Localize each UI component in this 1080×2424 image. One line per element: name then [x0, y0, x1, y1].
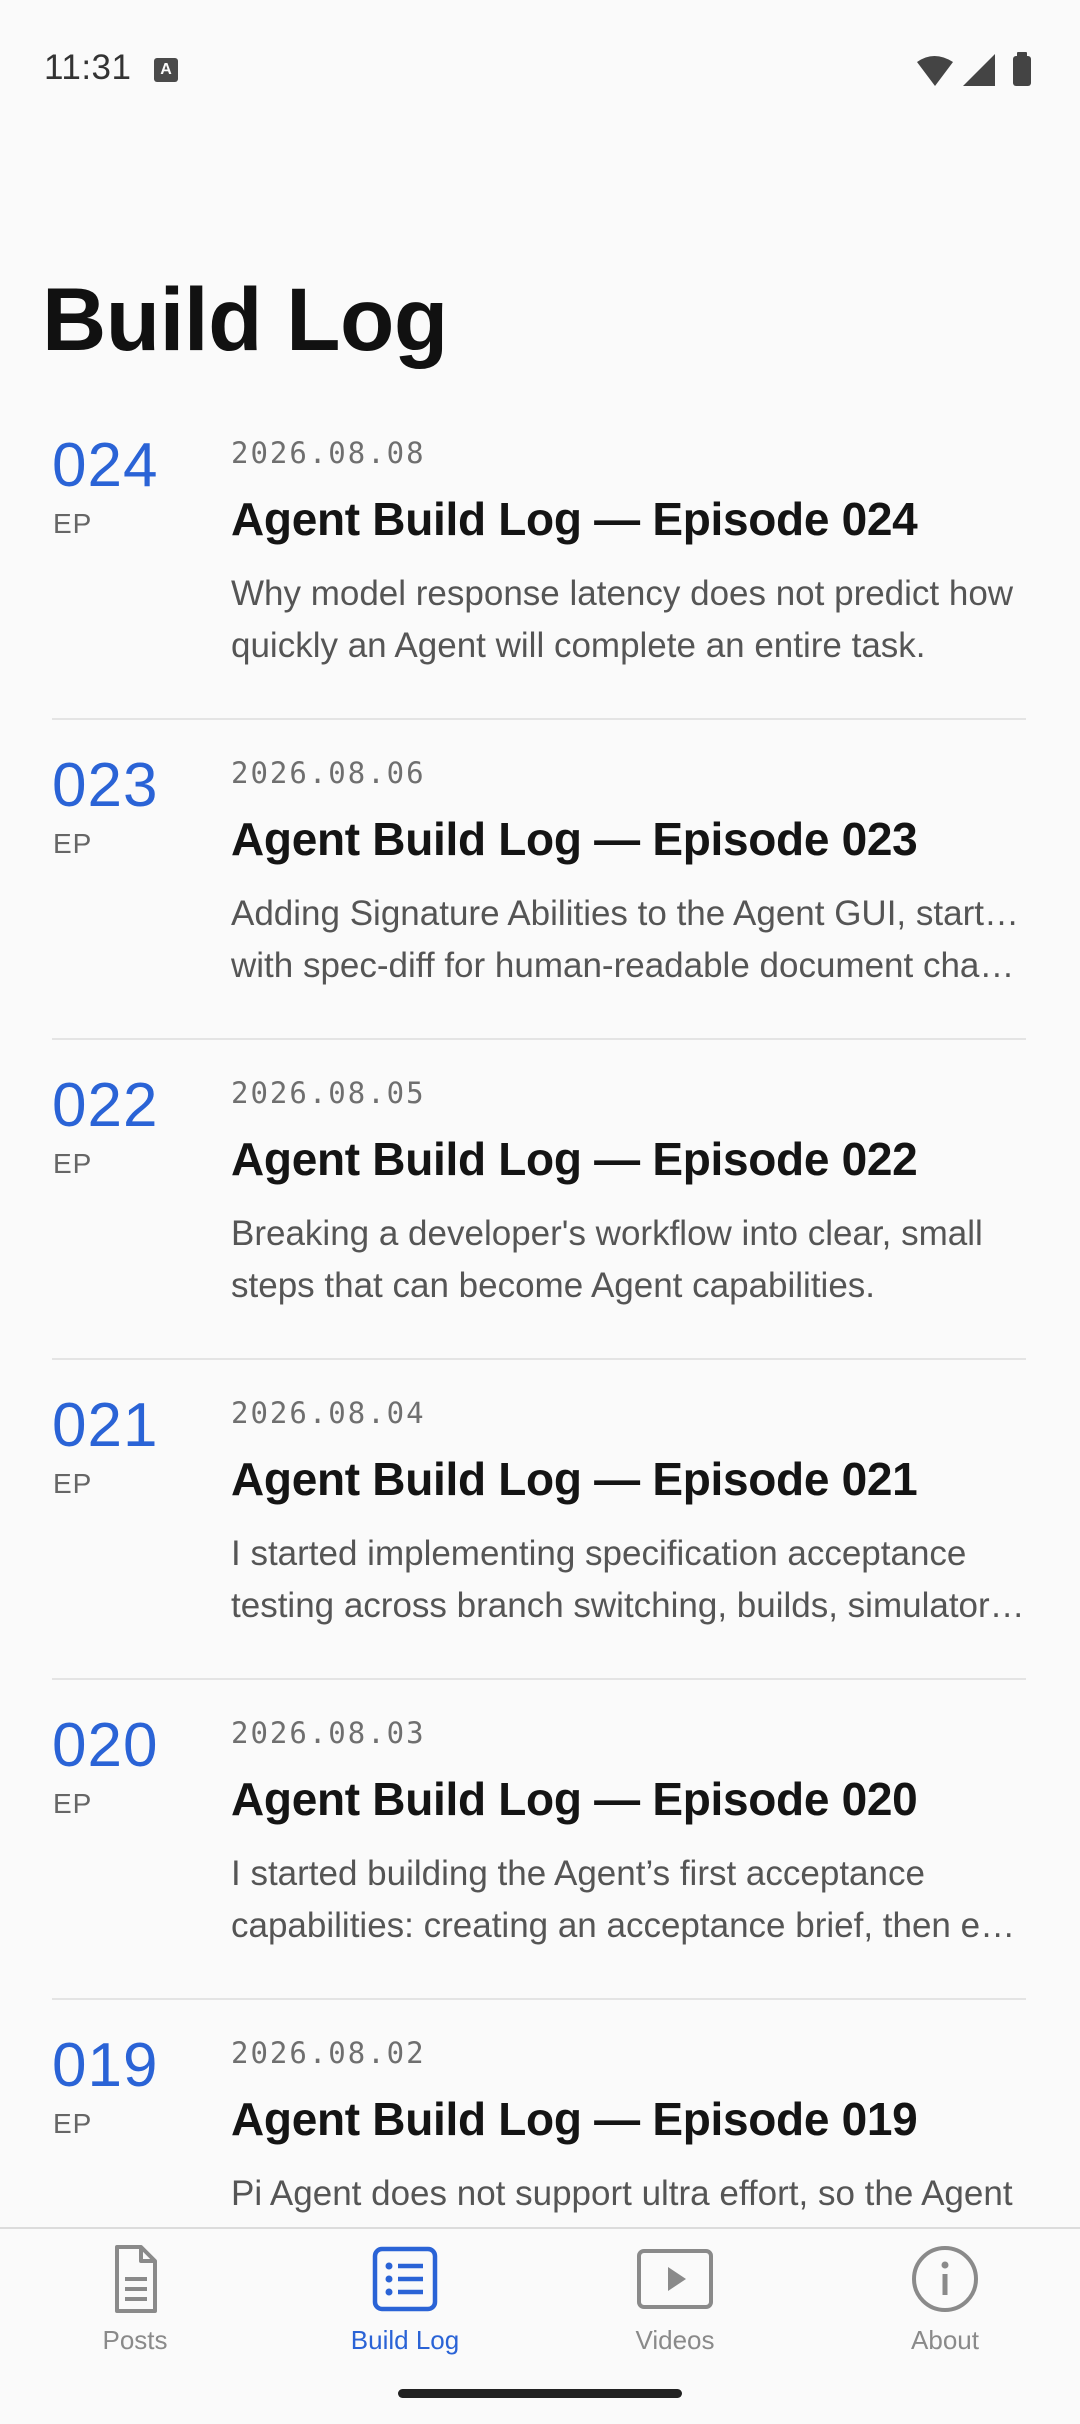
episode-label: EP: [53, 2108, 93, 2139]
page-title: Build Log: [42, 269, 448, 369]
episode-item[interactable]: 021 EP 2026.08.04 Agent Build Log — Epis…: [0, 1360, 1080, 1680]
nav-label: Posts: [102, 2325, 168, 2355]
episode-title: Agent Build Log — Episode 021: [231, 1453, 918, 1505]
play-icon: [637, 2249, 713, 2309]
episode-title: Agent Build Log — Episode 023: [231, 813, 918, 865]
episode-title: Agent Build Log — Episode 019: [231, 2093, 918, 2145]
episode-title: Agent Build Log — Episode 024: [231, 493, 918, 545]
episode-date: 2026.08.04: [231, 1396, 426, 1430]
home-indicator[interactable]: [398, 2389, 682, 2398]
episode-summary-line: Breaking a developer's workflow into cle…: [231, 1214, 983, 1253]
episode-number: 024: [52, 431, 159, 500]
battery-icon: [1013, 56, 1031, 86]
status-bar: 11:31 A: [0, 0, 1080, 140]
episode-date: 2026.08.02: [231, 2036, 426, 2070]
episode-date: 2026.08.08: [231, 436, 426, 470]
episode-date: 2026.08.06: [231, 756, 426, 790]
episode-summary-line: I started implementing specification acc…: [231, 1534, 967, 1573]
episode-number: 020: [52, 1711, 159, 1780]
nav-tab-build-log[interactable]: Build Log: [270, 2239, 540, 2369]
nav-label: About: [911, 2325, 979, 2355]
episode-number: 019: [52, 2031, 159, 2100]
nav-tab-videos[interactable]: Videos: [540, 2239, 810, 2369]
episode-summary: I started building the Agent’s first acc…: [231, 1848, 1026, 1952]
episode-number: 022: [52, 1071, 159, 1140]
episode-summary: Breaking a developer's workflow into cle…: [231, 1208, 1026, 1312]
episode-date: 2026.08.03: [231, 1716, 426, 1750]
episode-label: EP: [53, 1148, 93, 1179]
episode-item[interactable]: 024 EP 2026.08.08 Agent Build Log — Epis…: [0, 400, 1080, 720]
signal-icon: [963, 54, 995, 86]
episode-number: 021: [52, 1391, 159, 1460]
episode-summary-line: Why model response latency does not pred…: [231, 574, 1014, 613]
system-status-icons: [917, 52, 1031, 86]
document-icon: [115, 2245, 157, 2313]
episode-item[interactable]: 020 EP 2026.08.03 Agent Build Log — Epis…: [0, 1680, 1080, 2000]
nav-tab-about[interactable]: About: [810, 2239, 1080, 2369]
episode-summary-line: Pi Agent does not support ultra effort, …: [231, 2174, 1013, 2213]
episode-list: 024 EP 2026.08.08 Agent Build Log — Epis…: [0, 400, 1080, 2320]
episode-label: EP: [53, 1788, 93, 1819]
episode-date: 2026.08.05: [231, 1076, 426, 1110]
episode-summary: Why model response latency does not pred…: [231, 568, 1026, 672]
keyboard-badge-icon: A: [154, 58, 178, 82]
episode-summary-line: steps that can become Agent capabilities…: [231, 1266, 876, 1305]
episode-item[interactable]: 022 EP 2026.08.05 Agent Build Log — Epis…: [0, 1040, 1080, 1360]
nav-label: Videos: [635, 2325, 715, 2355]
episode-summary-line: testing across branch switching, builds,…: [231, 1586, 1026, 1625]
info-icon: [912, 2246, 978, 2312]
episode-title: Agent Build Log — Episode 020: [231, 1773, 918, 1825]
episode-summary: Adding Signature Abilities to the Agent …: [231, 888, 1026, 992]
episode-number: 023: [52, 751, 159, 820]
episode-summary-line: Adding Signature Abilities to the Agent …: [231, 894, 1026, 933]
episode-summary-line: quickly an Agent will complete an entire…: [231, 626, 926, 665]
episode-summary: I started implementing specification acc…: [231, 1528, 1026, 1632]
episode-summary: Pi Agent does not support ultra effort, …: [231, 2168, 1026, 2220]
episode-title: Agent Build Log — Episode 022: [231, 1133, 918, 1185]
episode-summary-line: capabilities: creating an acceptance bri…: [231, 1906, 1026, 1945]
episode-summary-line: with spec-diff for human-readable docume…: [231, 946, 1026, 985]
episode-label: EP: [53, 1468, 93, 1499]
list-icon: [372, 2246, 438, 2312]
nav-label: Build Log: [350, 2325, 460, 2355]
episode-item[interactable]: 023 EP 2026.08.06 Agent Build Log — Epis…: [0, 720, 1080, 1040]
status-time: 11:31: [44, 48, 132, 87]
nav-tab-posts[interactable]: Posts: [0, 2239, 270, 2369]
episode-label: EP: [53, 828, 93, 859]
episode-summary-line: I started building the Agent’s first acc…: [231, 1854, 925, 1893]
wifi-icon: [917, 56, 953, 86]
episode-label: EP: [53, 508, 93, 539]
